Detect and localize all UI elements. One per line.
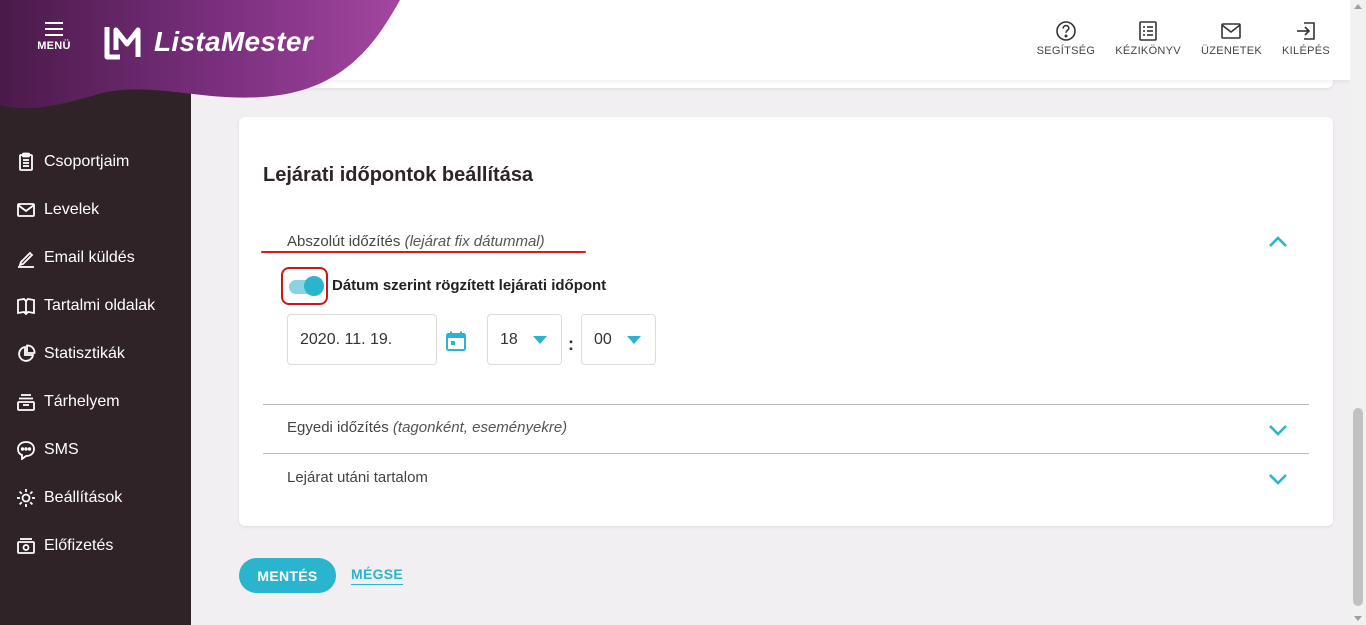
scroll-up-arrow-icon[interactable] <box>1354 4 1362 9</box>
calendar-icon[interactable] <box>445 330 467 352</box>
accordion-absolute-timing[interactable]: Abszolút időzítés (lejárat fix dátummal) <box>287 233 545 250</box>
accordion-title: Abszolút időzítés <box>287 233 401 250</box>
section-title: Lejárati időpontok beállítása <box>263 164 534 186</box>
sidebar-item-levelek[interactable]: Levelek <box>0 186 191 234</box>
storage-icon <box>16 392 36 412</box>
billing-icon <box>16 536 36 556</box>
divider <box>263 404 1309 405</box>
sidebar-item-tarhelyem[interactable]: Tárhelyem <box>0 378 191 426</box>
manual-label: KÉZIKÖNYV <box>1115 45 1181 57</box>
sidebar-item-label: Csoportjaim <box>44 153 130 170</box>
mail-icon <box>1221 23 1242 39</box>
logout-button[interactable]: KILÉPÉS <box>1282 20 1330 57</box>
page-scrollbar[interactable] <box>1350 0 1366 625</box>
help-label: SEGÍTSÉG <box>1036 45 1096 57</box>
listamester-logo-icon <box>104 27 141 60</box>
sidebar-item-label: Statisztikák <box>44 345 125 362</box>
sidebar-item-label: SMS <box>44 441 79 458</box>
sidebar-item-label: Tartalmi oldalak <box>44 297 156 314</box>
hour-select[interactable]: 18 <box>487 314 562 365</box>
hour-value: 18 <box>500 330 518 348</box>
divider <box>263 453 1309 454</box>
accordion-title: Egyedi időzítés <box>287 419 389 436</box>
pie-chart-icon <box>16 344 36 364</box>
messages-label: ÜZENETEK <box>1200 45 1263 57</box>
sidebar-item-elofizetes[interactable]: Előfizetés <box>0 522 191 570</box>
date-input[interactable]: 2020. 11. 19. <box>287 314 437 365</box>
dropdown-arrow-icon <box>533 336 547 344</box>
envelope-icon <box>16 200 36 220</box>
logout-label: KILÉPÉS <box>1282 45 1330 57</box>
book-icon <box>16 296 36 316</box>
time-separator: : <box>568 334 574 354</box>
save-button[interactable]: MENTÉS <box>239 558 336 593</box>
sidebar-item-csoportjaim[interactable]: Csoportjaim <box>0 138 191 186</box>
brand-logo[interactable]: ListaMester <box>104 24 313 60</box>
pencil-icon <box>16 248 36 268</box>
toggle-label: Dátum szerint rögzített lejárati időpont <box>332 277 607 294</box>
sidebar-item-label: Tárhelyem <box>44 393 120 410</box>
manual-button[interactable]: KÉZIKÖNYV <box>1115 20 1181 57</box>
minute-value: 00 <box>594 330 612 348</box>
minute-select[interactable]: 00 <box>581 314 656 365</box>
top-header: MENÜ ListaMester SEGÍTSÉG KÉZIKÖNYV ÜZEN… <box>0 0 1350 109</box>
messages-button[interactable]: ÜZENETEK <box>1201 20 1262 57</box>
chevron-down-icon[interactable] <box>1267 472 1289 486</box>
sidebar-item-tartalmi-oldalak[interactable]: Tartalmi oldalak <box>0 282 191 330</box>
fixed-date-toggle[interactable] <box>281 267 328 305</box>
accordion-individual-timing[interactable]: Egyedi időzítés (tagonként, eseményekre) <box>287 419 567 436</box>
chevron-up-icon[interactable] <box>1267 235 1289 249</box>
manual-icon <box>1139 21 1157 41</box>
sidebar-item-label: Email küldés <box>44 249 135 266</box>
hamburger-icon <box>45 22 63 36</box>
clipboard-icon <box>16 152 36 172</box>
sidebar-item-beallitasok[interactable]: Beállítások <box>0 474 191 522</box>
expiration-settings-card: Lejárati időpontok beállítása Abszolút i… <box>239 117 1333 526</box>
sidebar-item-label: Levelek <box>44 201 100 218</box>
brand-name: ListaMester <box>154 26 313 57</box>
menu-label: MENÜ <box>37 40 71 52</box>
accordion-subtitle: (lejárat fix dátummal) <box>404 233 545 250</box>
gear-icon <box>16 488 36 508</box>
header-toolbar: SEGÍTSÉG KÉZIKÖNYV ÜZENETEK KILÉPÉS <box>1037 20 1350 57</box>
highlight-underline <box>261 251 586 253</box>
cancel-link[interactable]: MÉGSE <box>351 566 403 582</box>
help-icon <box>1056 21 1076 41</box>
sidebar-item-statisztikak[interactable]: Statisztikák <box>0 330 191 378</box>
chevron-down-icon[interactable] <box>1267 423 1289 437</box>
sidebar-nav: Csoportjaim Levelek Email küldés Tartalm… <box>0 138 191 570</box>
accordion-title: Lejárat utáni tartalom <box>287 469 428 486</box>
sidebar-item-label: Előfizetés <box>44 537 114 554</box>
menu-button[interactable]: MENÜ <box>36 22 72 52</box>
sidebar-item-label: Beállítások <box>44 489 123 506</box>
dropdown-arrow-icon <box>627 336 641 344</box>
accordion-subtitle: (tagonként, eseményekre) <box>392 419 568 436</box>
sidebar-item-sms[interactable]: SMS <box>0 426 191 474</box>
accordion-post-expiry-content[interactable]: Lejárat utáni tartalom <box>287 469 428 486</box>
help-button[interactable]: SEGÍTSÉG <box>1037 20 1096 57</box>
scroll-thumb[interactable] <box>1353 408 1363 606</box>
toggle-knob <box>304 276 324 296</box>
chat-bubble-icon <box>16 440 36 460</box>
sidebar-item-email-kuldes[interactable]: Email küldés <box>0 234 191 282</box>
logout-icon <box>1297 22 1315 40</box>
scroll-down-arrow-icon[interactable] <box>1354 616 1362 621</box>
